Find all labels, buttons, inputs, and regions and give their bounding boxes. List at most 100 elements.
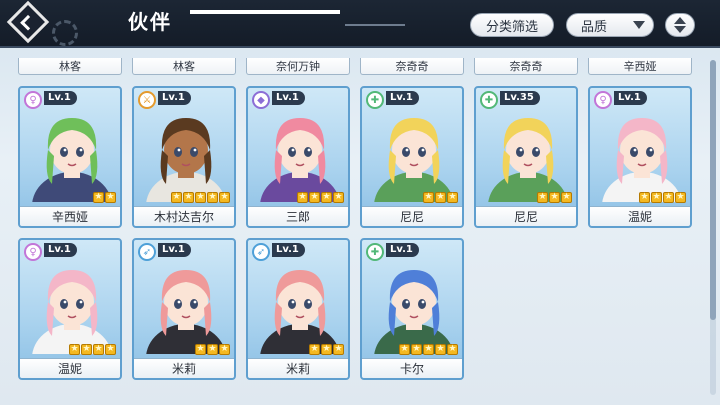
previous-row-label: 辛西娅 — [588, 58, 692, 75]
previous-row-label: 奈何万钟 — [246, 58, 350, 75]
sort-order-button[interactable] — [665, 13, 695, 37]
bow-icon: ➶ — [138, 243, 156, 261]
star-icon: ★ — [423, 192, 434, 203]
star-rating: ★ ★ ★ — [423, 192, 458, 204]
star-icon: ★ — [93, 192, 104, 203]
star-icon: ★ — [561, 192, 572, 203]
partner-name: 温妮 — [20, 358, 120, 378]
level-label: Lv.1 — [386, 91, 419, 105]
partner-card[interactable]: ✚ Lv.35 ★ ★ ★ 尼尼 — [474, 86, 578, 228]
star-icon: ★ — [675, 192, 686, 203]
star-icon: ★ — [297, 192, 308, 203]
quality-label: 品质 — [581, 19, 608, 35]
portrait-art — [146, 118, 226, 226]
venus-icon: ♀ — [24, 243, 42, 261]
gear-decoration-icon — [52, 20, 78, 46]
star-icon: ★ — [321, 344, 332, 355]
star-icon: ★ — [333, 344, 344, 355]
previous-row-label: 奈奇奇 — [360, 58, 464, 75]
page-title: 伙伴 — [128, 10, 172, 34]
star-icon: ★ — [309, 344, 320, 355]
partner-card[interactable]: ♀ Lv.1 ★ ★ ★ ★ 温妮 — [18, 238, 122, 380]
star-rating: ★ ★ ★ — [537, 192, 572, 204]
filter-button[interactable]: 分类筛选 — [470, 13, 554, 37]
level-label: Lv.1 — [272, 91, 305, 105]
partner-card[interactable]: ➶ Lv.1 ★ ★ ★ 米莉 — [246, 238, 350, 380]
star-icon: ★ — [447, 344, 458, 355]
scrollbar[interactable] — [710, 60, 716, 395]
star-icon: ★ — [549, 192, 560, 203]
back-diamond-icon — [6, 0, 50, 44]
partner-name: 尼尼 — [476, 206, 576, 226]
star-icon: ★ — [219, 192, 230, 203]
star-rating: ★ ★ ★ ★ — [639, 192, 686, 204]
partner-card[interactable]: ♀ Lv.1 ★ ★ ★ ★ 温妮 — [588, 86, 692, 228]
shield-icon: ◆ — [252, 91, 270, 109]
star-rating: ★ ★ ★ — [195, 344, 230, 356]
title-stripe-thin — [345, 24, 405, 26]
previous-row-labels: 林客 林客 奈何万钟 奈奇奇 奈奇奇 辛西娅 — [0, 58, 720, 76]
portrait-art — [488, 118, 568, 226]
star-icon: ★ — [207, 344, 218, 355]
star-icon: ★ — [651, 192, 662, 203]
partner-card[interactable]: ➶ Lv.1 ★ ★ ★ 米莉 — [132, 238, 236, 380]
partner-card[interactable]: ✚ Lv.1 ★ ★ ★ ★ ★ 卡尔 — [360, 238, 464, 380]
portrait-art — [260, 118, 340, 226]
portrait-art — [374, 118, 454, 226]
star-icon: ★ — [105, 344, 116, 355]
star-icon: ★ — [81, 344, 92, 355]
caret-down-icon — [633, 21, 645, 29]
sword-icon: ⚔ — [138, 91, 156, 109]
star-icon: ★ — [195, 344, 206, 355]
bow-icon: ➶ — [252, 243, 270, 261]
star-icon: ★ — [183, 192, 194, 203]
star-icon: ★ — [309, 192, 320, 203]
level-label: Lv.1 — [44, 243, 77, 257]
venus-icon: ♀ — [24, 91, 42, 109]
star-icon: ★ — [69, 344, 80, 355]
portrait-art — [602, 118, 682, 226]
title-stripe — [190, 10, 340, 14]
star-rating: ★ ★ ★ ★ — [297, 192, 344, 204]
level-label: Lv.1 — [44, 91, 77, 105]
star-icon: ★ — [663, 192, 674, 203]
star-icon: ★ — [333, 192, 344, 203]
portrait-art — [32, 118, 112, 226]
star-icon: ★ — [537, 192, 548, 203]
level-label: Lv.35 — [500, 91, 540, 105]
star-rating: ★ ★ ★ ★ ★ — [171, 192, 230, 204]
partner-card[interactable]: ♀ Lv.1 ★ ★ 辛西娅 — [18, 86, 122, 228]
partner-card[interactable]: ⚔ Lv.1 ★ ★ ★ ★ ★ 木村达吉尔 — [132, 86, 236, 228]
back-button[interactable] — [2, 0, 54, 44]
chevron-left-icon — [20, 14, 36, 30]
star-icon: ★ — [411, 344, 422, 355]
scrollbar-thumb[interactable] — [710, 60, 716, 320]
partner-name: 辛西娅 — [20, 206, 120, 226]
star-icon: ★ — [399, 344, 410, 355]
star-icon: ★ — [93, 344, 104, 355]
star-rating: ★ ★ ★ ★ — [69, 344, 116, 356]
venus-icon: ♀ — [594, 91, 612, 109]
cross-icon: ✚ — [366, 243, 384, 261]
star-icon: ★ — [207, 192, 218, 203]
partner-card[interactable]: ◆ Lv.1 ★ ★ ★ ★ 三郎 — [246, 86, 350, 228]
level-label: Lv.1 — [386, 243, 419, 257]
cross-icon: ✚ — [480, 91, 498, 109]
star-rating: ★ ★ ★ ★ ★ — [399, 344, 458, 356]
star-icon: ★ — [423, 344, 434, 355]
previous-row-label: 林客 — [132, 58, 236, 75]
partner-name: 米莉 — [248, 358, 348, 378]
partner-name: 卡尔 — [362, 358, 462, 378]
partner-name: 尼尼 — [362, 206, 462, 226]
cross-icon: ✚ — [366, 91, 384, 109]
level-label: Lv.1 — [158, 243, 191, 257]
star-icon: ★ — [195, 192, 206, 203]
partner-name: 三郎 — [248, 206, 348, 226]
portrait-art — [374, 270, 454, 378]
quality-dropdown[interactable]: 品质 — [566, 13, 654, 37]
star-icon: ★ — [105, 192, 116, 203]
partner-card[interactable]: ✚ Lv.1 ★ ★ ★ 尼尼 — [360, 86, 464, 228]
previous-row-label: 林客 — [18, 58, 122, 75]
star-icon: ★ — [447, 192, 458, 203]
star-icon: ★ — [639, 192, 650, 203]
